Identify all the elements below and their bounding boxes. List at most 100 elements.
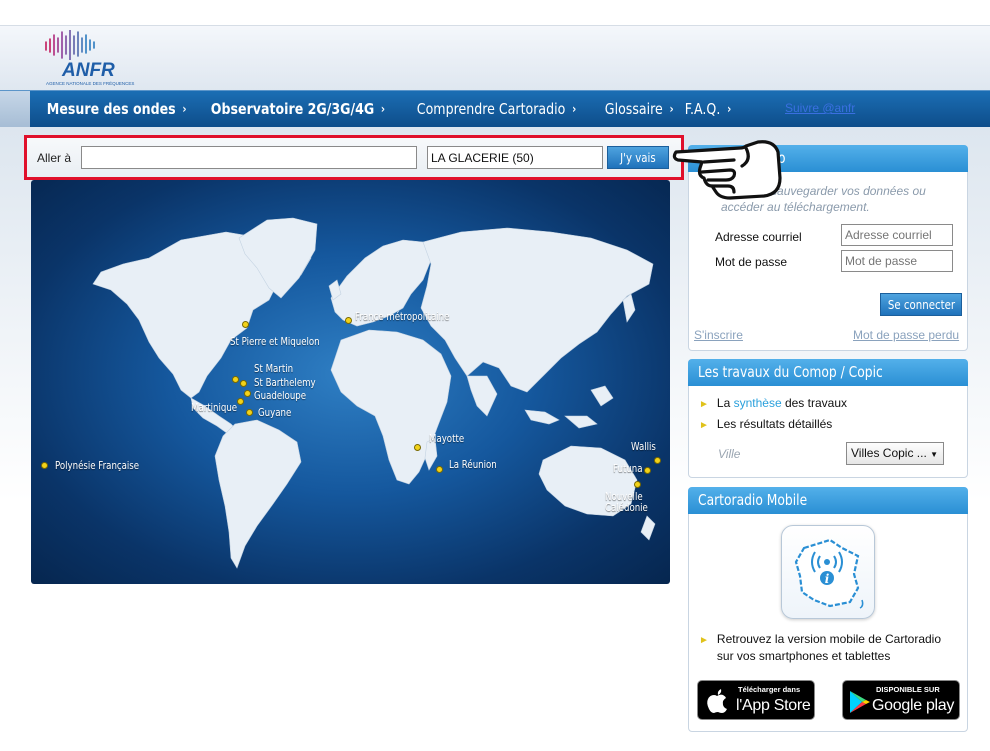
map-label-mayotte[interactable]: Mayotte bbox=[429, 433, 464, 445]
go-button-label: J'y vais bbox=[620, 150, 656, 165]
register-link[interactable]: S'inscrire bbox=[694, 328, 743, 342]
apple-icon bbox=[707, 689, 727, 713]
mobile-description: ► Retrouvez la version mobile de Cartora… bbox=[699, 631, 941, 665]
nav-item-label: Mesure des ondes bbox=[46, 100, 176, 118]
map-label-polynesie[interactable]: Polynésie Française bbox=[55, 460, 139, 472]
world-map[interactable]: France métropolitaine St Pierre et Mique… bbox=[31, 180, 670, 584]
app-store-badge[interactable]: Télécharger dans l'App Store bbox=[697, 680, 815, 720]
google-play-small-text: DISPONIBLE SUR bbox=[876, 685, 940, 694]
password-label: Mot de passe bbox=[715, 255, 788, 269]
nav-item-glossaire[interactable]: Glossaire › bbox=[588, 91, 673, 127]
map-label-st-barthelemy[interactable]: St Barthelemy bbox=[254, 377, 316, 389]
map-dot-st-barthelemy[interactable] bbox=[240, 380, 247, 387]
chevron-right-icon: › bbox=[571, 102, 577, 116]
nav-item-faq[interactable]: F.A.Q. › bbox=[668, 91, 731, 127]
svg-text:i: i bbox=[825, 572, 830, 586]
map-dot-futuna[interactable] bbox=[644, 467, 651, 474]
logo-subtitle: AGENCE NATIONALE DES FRÉQUENCES bbox=[46, 81, 135, 86]
ville-label: Ville bbox=[718, 447, 741, 461]
app-store-small-text: Télécharger dans bbox=[738, 685, 801, 694]
map-label-wallis[interactable]: Wallis bbox=[631, 441, 656, 453]
email-label: Adresse courriel bbox=[715, 230, 802, 244]
comop-panel-header: Les travaux du Comop / Copic bbox=[688, 359, 968, 386]
nav-item-label: Comprendre Cartoradio bbox=[416, 100, 566, 118]
map-dot-polynesie[interactable] bbox=[41, 462, 48, 469]
chevron-right-icon: › bbox=[726, 102, 731, 116]
map-dot-st-martin[interactable] bbox=[232, 376, 239, 383]
map-dot-guyane[interactable] bbox=[246, 409, 253, 416]
map-label-caledonie[interactable]: Calédonie bbox=[605, 502, 648, 514]
logo-bars-icon bbox=[45, 30, 95, 60]
map-label-st-martin[interactable]: St Martin bbox=[254, 363, 293, 375]
google-play-badge[interactable]: DISPONIBLE SUR Google play bbox=[842, 680, 960, 720]
bullet-arrow-icon: ► bbox=[699, 399, 709, 410]
villes-copic-value: Villes Copic ... bbox=[851, 446, 927, 460]
nav-left-cap bbox=[0, 91, 30, 127]
lost-password-link[interactable]: Mot de passe perdu bbox=[853, 328, 959, 342]
map-dot-st-pierre[interactable] bbox=[242, 321, 249, 328]
map-label-france[interactable]: France métropolitaine bbox=[355, 311, 449, 323]
villes-copic-select[interactable]: Villes Copic ... ▼ bbox=[846, 442, 944, 465]
follow-anfr-link[interactable]: Suivre @anfr bbox=[785, 101, 855, 115]
main-navigation: Mesure des ondes › Observatoire 2G/3G/4G… bbox=[0, 90, 990, 127]
list-item-resultats[interactable]: ► Les résultats détaillés bbox=[699, 416, 832, 434]
map-dot-france[interactable] bbox=[345, 317, 352, 324]
pointing-hand-icon bbox=[672, 140, 782, 200]
app-store-big-text: l'App Store bbox=[736, 697, 811, 714]
dropdown-arrow-icon: ▼ bbox=[930, 450, 938, 459]
world-map-landmass bbox=[92, 217, 656, 569]
map-label-martinique[interactable]: Martinique bbox=[191, 402, 237, 414]
comop-panel: Les travaux du Comop / Copic ► La synthè… bbox=[688, 359, 968, 478]
map-label-la-reunion[interactable]: La Réunion bbox=[449, 459, 497, 471]
map-dot-la-reunion[interactable] bbox=[436, 466, 443, 473]
anfr-logo[interactable]: ANFR AGENCE NATIONALE DES FRÉQUENCES bbox=[44, 30, 139, 88]
nav-item-label: Observatoire 2G/3G/4G bbox=[211, 100, 375, 118]
synthese-link[interactable]: synthèse bbox=[734, 395, 782, 412]
cartoradio-app-icon[interactable]: i bbox=[781, 525, 875, 619]
france-antenna-icon: i bbox=[794, 538, 864, 609]
nav-item-label: Glossaire bbox=[604, 100, 663, 118]
mobile-panel-header: Cartoradio Mobile bbox=[688, 487, 968, 514]
chevron-right-icon: › bbox=[381, 102, 386, 116]
nav-items: Mesure des ondes › Observatoire 2G/3G/4G… bbox=[30, 91, 731, 127]
password-field[interactable] bbox=[841, 250, 953, 272]
comop-panel-title: Les travaux du Comop / Copic bbox=[698, 363, 883, 381]
map-label-futuna[interactable]: Futuna bbox=[613, 463, 643, 475]
map-dot-guadeloupe[interactable] bbox=[244, 390, 251, 397]
map-dot-wallis[interactable] bbox=[654, 457, 661, 464]
mobile-panel: Cartoradio Mobile i ► Retrouvez la versi… bbox=[688, 487, 968, 732]
synthese-prefix: La bbox=[716, 396, 734, 410]
map-label-st-pierre[interactable]: St Pierre et Miquelon bbox=[230, 336, 320, 348]
nav-item-label: F.A.Q. bbox=[684, 100, 720, 118]
chevron-right-icon: › bbox=[182, 102, 187, 116]
search-label: Aller à bbox=[37, 151, 72, 165]
mobile-panel-title: Cartoradio Mobile bbox=[698, 491, 808, 509]
address-search-bar: Aller à J'y vais bbox=[24, 135, 684, 180]
google-play-icon bbox=[850, 691, 870, 713]
site-header bbox=[0, 26, 990, 90]
email-field[interactable] bbox=[841, 224, 953, 246]
commune-input[interactable] bbox=[427, 146, 603, 169]
nav-item-comprendre-cartoradio[interactable]: Comprendre Cartoradio › bbox=[400, 91, 576, 127]
logo-text: ANFR bbox=[62, 60, 115, 81]
mobile-text: Retrouvez la version mobile de Cartoradi… bbox=[717, 631, 941, 665]
mobile-text-line1: Retrouvez la version mobile de Cartoradi… bbox=[716, 632, 942, 646]
map-dot-nouvelle-caledonie[interactable] bbox=[634, 481, 641, 488]
map-label-guyane[interactable]: Guyane bbox=[258, 407, 291, 419]
google-play-big-text: Google play bbox=[872, 697, 955, 714]
synthese-suffix: des travaux bbox=[781, 396, 847, 410]
connect-button[interactable]: Se connecter bbox=[880, 293, 962, 316]
browser-top-strip bbox=[0, 0, 990, 26]
go-button[interactable]: J'y vais bbox=[607, 146, 669, 169]
mobile-text-line2: sur vos smartphones et tablettes bbox=[716, 649, 891, 663]
map-dot-martinique[interactable] bbox=[237, 398, 244, 405]
list-item-synthese: ► La synthèse des travaux bbox=[699, 395, 847, 413]
resultats-label: Les résultats détaillés bbox=[716, 417, 833, 431]
map-label-guadeloupe[interactable]: Guadeloupe bbox=[254, 390, 306, 402]
address-search-input[interactable] bbox=[81, 146, 417, 169]
nav-item-observatoire[interactable]: Observatoire 2G/3G/4G › bbox=[194, 91, 385, 127]
map-dot-mayotte[interactable] bbox=[414, 444, 421, 451]
connect-button-label: Se connecter bbox=[887, 297, 955, 312]
nav-item-mesure-des-ondes[interactable]: Mesure des ondes › bbox=[30, 91, 187, 127]
bullet-arrow-icon: ► bbox=[699, 635, 709, 646]
